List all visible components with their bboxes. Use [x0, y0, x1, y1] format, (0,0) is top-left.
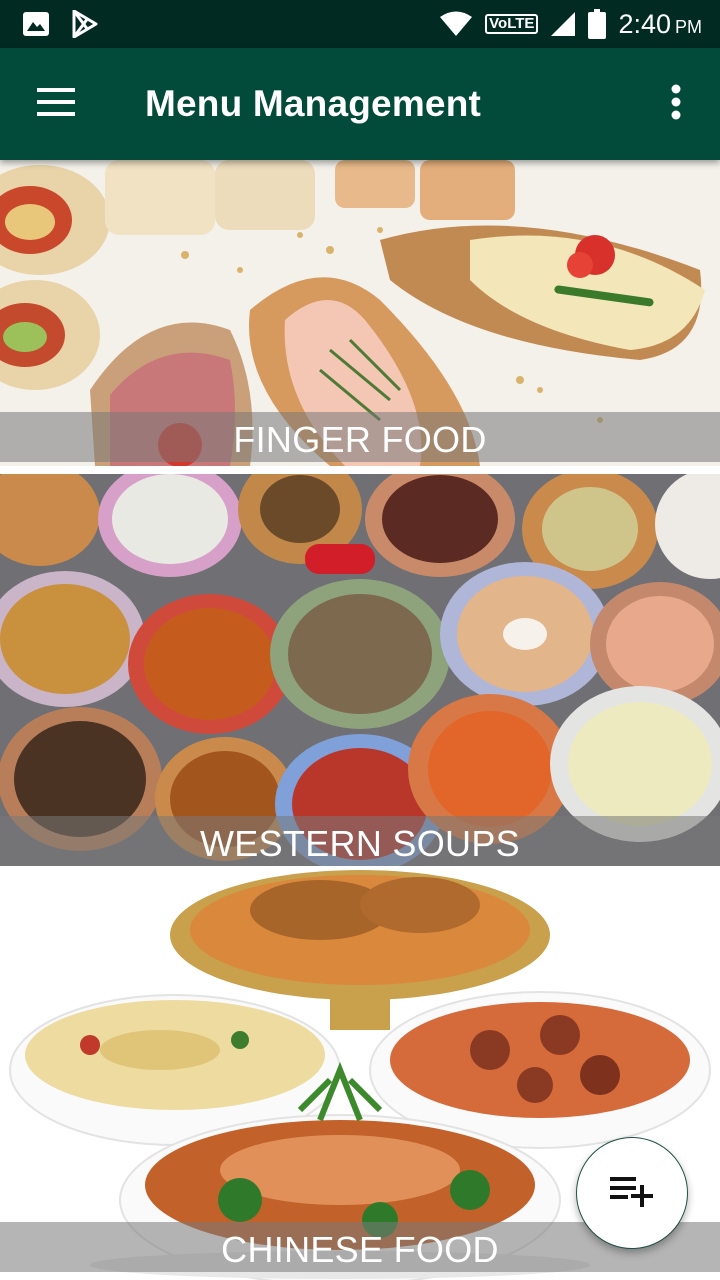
category-card-western-soups[interactable]: WESTERN SOUPS	[0, 474, 720, 866]
western-soups-image	[0, 474, 720, 866]
menu-button[interactable]	[0, 48, 112, 160]
app-bar: Menu Management	[0, 48, 720, 160]
wifi-icon	[439, 11, 473, 37]
category-label: FINGER FOOD	[0, 412, 720, 462]
category-list: FINGER FOOD WESTERN SOUPS CHINESE FOOD	[0, 160, 720, 1280]
category-card-finger-food[interactable]: FINGER FOOD	[0, 160, 720, 466]
play-store-icon	[72, 10, 98, 38]
status-bar: VoLTE 2:40 PM	[0, 0, 720, 48]
signal-icon	[550, 11, 576, 37]
battery-icon	[588, 9, 607, 39]
image-icon	[22, 11, 50, 37]
add-category-fab[interactable]	[576, 1137, 688, 1249]
more-vert-icon	[671, 84, 681, 125]
playlist-add-icon	[610, 1175, 654, 1212]
overflow-menu-button[interactable]	[632, 48, 720, 160]
hamburger-menu-icon	[37, 87, 75, 121]
page-title: Menu Management	[145, 83, 482, 124]
volte-icon: VoLTE	[485, 14, 539, 34]
clock: 2:40 PM	[618, 8, 702, 39]
category-label: WESTERN SOUPS	[0, 816, 720, 866]
